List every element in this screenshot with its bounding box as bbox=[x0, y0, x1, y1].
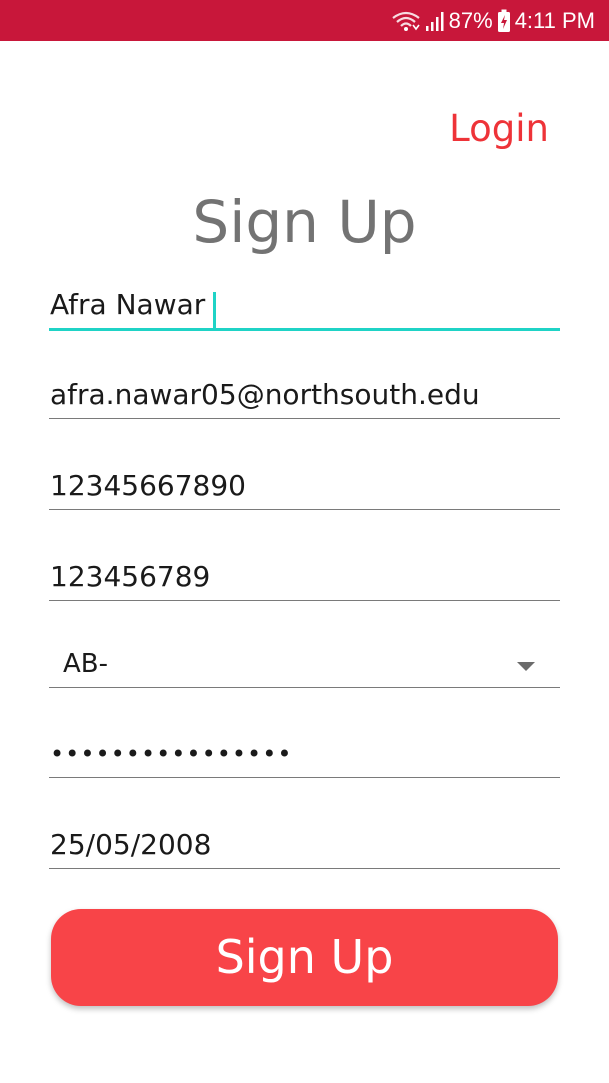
battery-charging-icon bbox=[497, 9, 511, 33]
signal-icon bbox=[425, 10, 445, 32]
name-value: Afra Nawar bbox=[50, 288, 206, 321]
blood-group-select[interactable]: AB- bbox=[49, 645, 560, 688]
password-field[interactable]: •••••••••••••••• bbox=[49, 735, 560, 778]
id-value: 123456789 bbox=[50, 560, 211, 593]
email-field[interactable]: afra.nawar05@northsouth.edu bbox=[49, 376, 560, 419]
status-icons: 87% 4:11 PM bbox=[391, 7, 595, 35]
password-value: •••••••••••••••• bbox=[50, 740, 293, 768]
status-bar: 87% 4:11 PM bbox=[0, 0, 609, 41]
wifi-icon bbox=[391, 10, 421, 32]
blood-group-value: AB- bbox=[63, 649, 109, 679]
chevron-down-icon[interactable] bbox=[517, 662, 535, 671]
dob-field[interactable]: 25/05/2008 bbox=[49, 826, 560, 869]
battery-percent: 87% bbox=[448, 8, 493, 33]
phone-field[interactable]: 12345667890 bbox=[49, 467, 560, 510]
phone-value: 12345667890 bbox=[50, 469, 246, 502]
text-cursor bbox=[213, 292, 217, 330]
sign-up-button[interactable]: Sign Up bbox=[51, 909, 558, 1006]
name-field[interactable]: Afra Nawar bbox=[49, 286, 560, 331]
dob-value: 25/05/2008 bbox=[50, 828, 212, 861]
id-field[interactable]: 123456789 bbox=[49, 558, 560, 601]
login-link[interactable]: Login bbox=[449, 105, 549, 153]
status-time: 4:11 PM bbox=[514, 8, 595, 33]
page-title: Sign Up bbox=[192, 188, 417, 256]
email-value: afra.nawar05@northsouth.edu bbox=[50, 378, 480, 411]
